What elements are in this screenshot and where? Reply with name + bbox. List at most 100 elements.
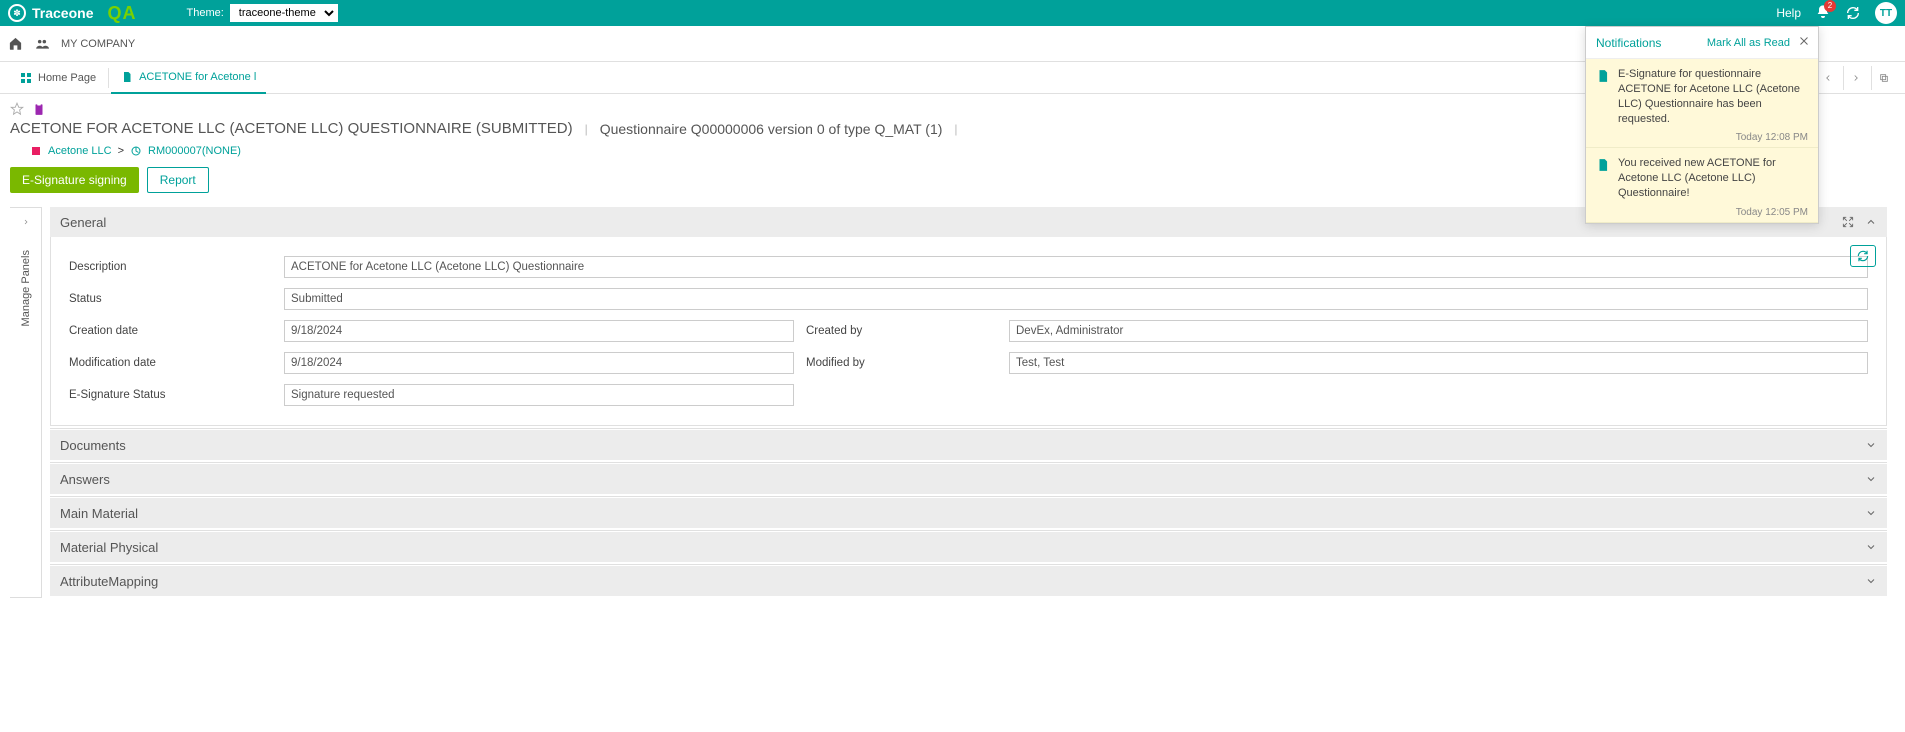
notification-item[interactable]: E-Signature for questionnaire ACETONE fo… (1586, 59, 1818, 148)
panel-answers-header[interactable]: Answers (50, 464, 1887, 494)
chevron-down-icon (1865, 439, 1877, 451)
clipboard-icon[interactable] (32, 102, 46, 116)
page-subtitle: Questionnaire Q00000006 version 0 of typ… (600, 121, 943, 137)
tab-current-label: ACETONE for Acetone l (139, 71, 256, 83)
tab-current[interactable]: ACETONE for Acetone l (111, 62, 266, 94)
document-icon (1596, 69, 1610, 83)
panel-main-material-title: Main Material (60, 506, 138, 521)
notification-text: E-Signature for questionnaire ACETONE fo… (1618, 67, 1808, 126)
user-avatar[interactable]: TT (1875, 2, 1897, 24)
tab-separator (108, 68, 109, 88)
panel-documents: Documents (50, 430, 1887, 460)
notifications-header: Notifications Mark All as Read (1586, 27, 1818, 59)
breadcrumb-separator: > (118, 145, 124, 157)
input-status[interactable] (284, 288, 1868, 310)
close-icon (1798, 35, 1810, 47)
breadcrumb-ref-link[interactable]: RM000007(NONE) (148, 145, 241, 157)
notification-time: Today 12:05 PM (1618, 207, 1808, 218)
title-separator: | (585, 122, 588, 136)
label-creation-date: Creation date (69, 325, 284, 337)
panel-answers: Answers (50, 464, 1887, 494)
chevron-down-icon (1865, 507, 1877, 519)
input-created-by[interactable] (1009, 320, 1868, 342)
page-title: ACETONE FOR ACETONE LLC (ACETONE LLC) QU… (10, 120, 573, 137)
report-button[interactable]: Report (147, 167, 209, 193)
notifications-title: Notifications (1596, 36, 1661, 50)
row-esignature-status: E-Signature Status (69, 381, 1868, 409)
panel-general-title: General (60, 215, 106, 230)
row-modification: Modification date Modified by (69, 349, 1868, 377)
main-wrap: Manage Panels General Description (0, 207, 1905, 598)
label-modified-by: Modified by (794, 357, 1009, 369)
tabs-right-controls (1815, 66, 1905, 90)
label-modification-date: Modification date (69, 357, 284, 369)
notification-text: You received new ACETONE for Acetone LLC… (1618, 156, 1808, 201)
favorite-star-icon[interactable] (10, 102, 24, 116)
rail-label[interactable]: Manage Panels (20, 244, 32, 332)
global-refresh-icon[interactable] (1845, 5, 1861, 21)
row-status: Status (69, 285, 1868, 313)
panel-attribute-mapping: AttributeMapping (50, 566, 1887, 596)
label-created-by: Created by (794, 325, 1009, 337)
panel-main-material-header[interactable]: Main Material (50, 498, 1887, 528)
org-icon (30, 145, 42, 157)
notifications-bell[interactable]: 2 (1815, 4, 1831, 23)
esignature-signing-button[interactable]: E-Signature signing (10, 167, 139, 193)
chevron-down-icon (1865, 473, 1877, 485)
help-link[interactable]: Help (1776, 6, 1801, 20)
panel-main-material: Main Material (50, 498, 1887, 528)
theme-label: Theme: (186, 7, 223, 19)
collapse-caret-icon[interactable] (1865, 216, 1877, 228)
bell-badge: 2 (1824, 0, 1836, 12)
panels-column: General Description Status (50, 207, 1887, 598)
label-description: Description (69, 261, 284, 273)
company-icon (33, 37, 51, 51)
ref-icon (130, 145, 142, 157)
input-modification-date[interactable] (284, 352, 794, 374)
title-separator-2: | (954, 122, 957, 136)
panel-answers-title: Answers (60, 472, 110, 487)
rail-expand-button[interactable] (16, 212, 36, 232)
header-right: Help 2 TT (1776, 2, 1897, 24)
chevron-down-icon (1865, 541, 1877, 553)
fullscreen-icon[interactable] (1841, 215, 1855, 229)
notification-time: Today 12:08 PM (1618, 132, 1808, 143)
input-description[interactable] (284, 256, 1868, 278)
document-icon (121, 71, 133, 83)
mark-all-read-link[interactable]: Mark All as Read (1707, 37, 1790, 49)
panel-attribute-mapping-header[interactable]: AttributeMapping (50, 566, 1887, 596)
notifications-popup: Notifications Mark All as Read E-Signatu… (1585, 26, 1819, 224)
tab-home-label: Home Page (38, 72, 96, 84)
panel-documents-header[interactable]: Documents (50, 430, 1887, 460)
brand-text: Traceone (32, 5, 93, 21)
notifications-close-button[interactable] (1798, 35, 1810, 50)
panel-attribute-mapping-title: AttributeMapping (60, 574, 158, 589)
notification-item[interactable]: You received new ACETONE for Acetone LLC… (1586, 148, 1818, 223)
brand-logo[interactable]: ✽ Traceone (8, 4, 93, 22)
panel-general: General Description Status (50, 207, 1887, 426)
grid-icon (20, 72, 32, 84)
chevron-down-icon (1865, 575, 1877, 587)
qa-badge: QA (97, 3, 146, 24)
tab-popout-button[interactable] (1871, 66, 1895, 90)
input-creation-date[interactable] (284, 320, 794, 342)
theme-select[interactable]: traceone-theme (230, 4, 338, 22)
panel-header-controls (1841, 215, 1877, 229)
input-esignature-status[interactable] (284, 384, 794, 406)
tab-home[interactable]: Home Page (10, 62, 106, 94)
panel-general-body: Description Status Creation date Created… (50, 237, 1887, 426)
panel-material-physical-title: Material Physical (60, 540, 158, 555)
panel-material-physical: Material Physical (50, 532, 1887, 562)
panel-material-physical-header[interactable]: Material Physical (50, 532, 1887, 562)
breadcrumb-company: MY COMPANY (61, 38, 135, 50)
breadcrumb-org-link[interactable]: Acetone LLC (48, 145, 112, 157)
tab-next-button[interactable] (1843, 66, 1867, 90)
row-creation: Creation date Created by (69, 317, 1868, 345)
input-modified-by[interactable] (1009, 352, 1868, 374)
label-status: Status (69, 293, 284, 305)
row-description: Description (69, 253, 1868, 281)
label-esignature-status: E-Signature Status (69, 389, 284, 401)
panel-refresh-button[interactable] (1850, 245, 1876, 267)
document-icon (1596, 158, 1610, 172)
home-icon[interactable] (8, 36, 23, 51)
